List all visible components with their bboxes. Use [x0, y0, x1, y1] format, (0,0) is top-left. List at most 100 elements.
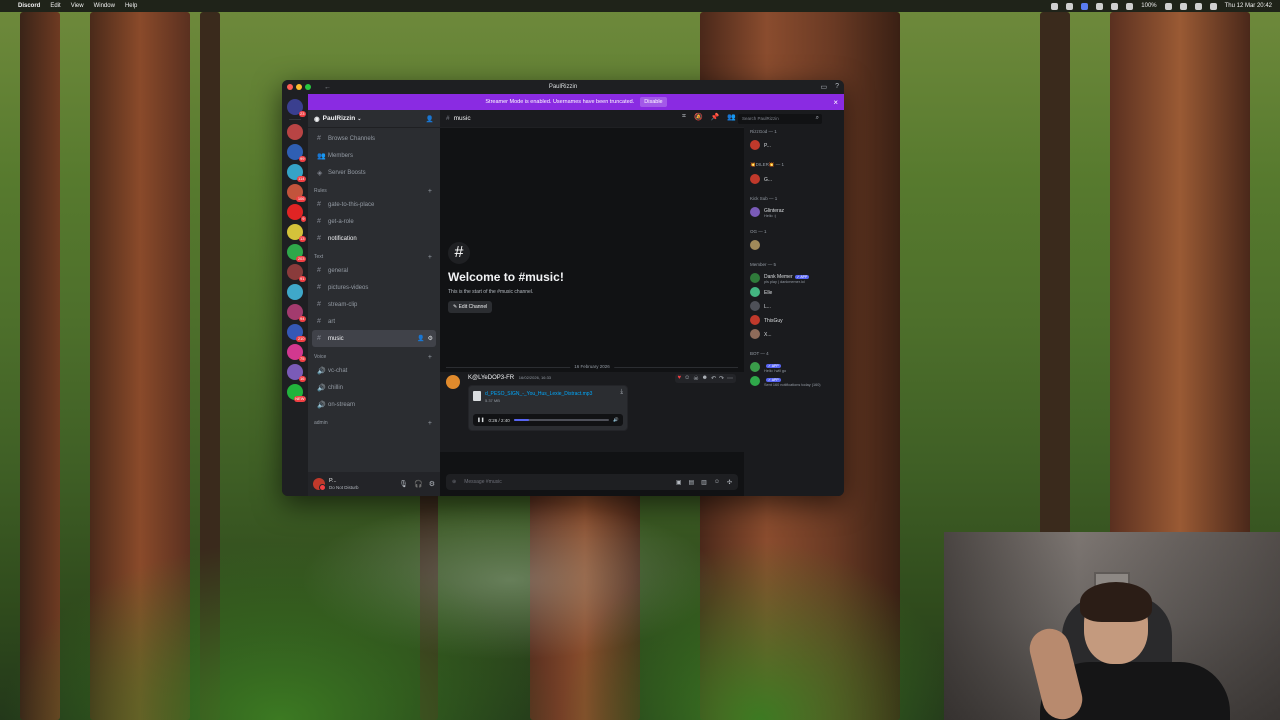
server-icon[interactable]: 203	[287, 244, 306, 262]
zoom-window-button[interactable]	[305, 84, 311, 90]
heart-reaction-icon[interactable]: ♥	[678, 375, 682, 382]
audio-progress-bar[interactable]	[513, 419, 610, 421]
skull-reaction-icon[interactable]: ☠	[693, 375, 698, 382]
message-composer[interactable]: ⊕ Message #music ▣ ▤ ▥ ☺ ✣	[446, 474, 738, 490]
member-item[interactable]: P...	[750, 138, 838, 152]
add-attachment-icon[interactable]: ⊕	[452, 479, 456, 485]
sticker-icon[interactable]: ▥	[701, 479, 707, 486]
menu-view[interactable]: View	[71, 3, 84, 9]
menubar-clock[interactable]: Thu 12 Mar 20:42	[1225, 3, 1272, 9]
member-item[interactable]: ✓ APP Hello i will go	[750, 360, 838, 374]
server-icon[interactable]: 23	[287, 99, 306, 117]
forward-icon[interactable]: ↷	[719, 375, 724, 382]
member-item[interactable]: ThisGuy	[750, 313, 838, 327]
channel-item[interactable]: 🔊 chillin	[312, 379, 436, 396]
battery-percent[interactable]: 100%	[1141, 3, 1156, 9]
menu-help[interactable]: Help	[125, 3, 137, 9]
invite-icon[interactable]: 👤	[417, 335, 424, 342]
channel-item[interactable]: 🔊 vc-chat	[312, 362, 436, 379]
channel-item[interactable]: # get-a-role	[312, 213, 436, 230]
add-channel-icon[interactable]: +	[428, 420, 436, 427]
message-avatar[interactable]	[446, 375, 460, 389]
status-icon[interactable]	[1126, 2, 1134, 10]
menu-edit[interactable]: Edit	[50, 3, 60, 9]
close-banner-icon[interactable]: ×	[833, 98, 838, 107]
microphone-icon[interactable]: 🎙	[399, 480, 408, 488]
emoji-icon[interactable]: ☺	[714, 479, 720, 486]
search-input[interactable]: Search PaulRizzin ⌕	[738, 114, 822, 124]
add-channel-icon[interactable]: +	[428, 188, 436, 195]
status-icon[interactable]	[1111, 2, 1119, 10]
sidebar-item[interactable]: 👥 Members	[312, 147, 436, 164]
search-icon[interactable]	[1194, 2, 1202, 10]
apps-icon[interactable]: ✣	[727, 479, 732, 486]
server-icon[interactable]: 94	[287, 304, 306, 322]
message[interactable]: K@LYeDOP3-FR 16/02/2026, 16:33 ♥ ☺ ☠ ☻ ↶…	[440, 372, 744, 452]
server-icon[interactable]: 210	[287, 324, 306, 342]
add-channel-icon[interactable]: +	[428, 254, 436, 261]
server-icon[interactable]	[287, 284, 303, 300]
server-icon[interactable]	[287, 124, 303, 140]
menu-window[interactable]: Window	[94, 3, 115, 9]
inbox-icon[interactable]: ▭	[820, 83, 827, 91]
help-icon[interactable]: ?	[835, 83, 839, 91]
server-icon[interactable]: 9	[287, 204, 306, 222]
disable-streamer-mode-button[interactable]: Disable	[640, 97, 667, 107]
channel-item[interactable]: # stream-clip	[312, 296, 436, 313]
add-reaction-icon[interactable]: ☻	[702, 375, 708, 382]
pin-icon[interactable]: 📌	[711, 113, 720, 121]
channel-category[interactable]: Rules +	[312, 181, 436, 196]
member-item[interactable]: Glinteraz Hello :)	[750, 205, 838, 219]
sidebar-item[interactable]: ◈ Server Boosts	[312, 164, 436, 181]
volume-icon[interactable]: 🔊	[613, 417, 619, 423]
server-icon[interactable]: 75	[287, 344, 306, 362]
threads-icon[interactable]: ⌗	[682, 113, 686, 121]
member-item[interactable]: L...	[750, 299, 838, 313]
channel-category[interactable]: Voice +	[312, 347, 436, 362]
status-icon[interactable]	[1096, 2, 1104, 10]
more-options-icon[interactable]: ⋯	[727, 375, 733, 382]
emoji-reaction-icon[interactable]: ☺	[684, 375, 690, 382]
edit-channel-button[interactable]: ✎ Edit Channel	[448, 301, 493, 313]
member-item[interactable]: X...	[750, 327, 838, 341]
channel-category[interactable]: admin +	[312, 413, 436, 428]
channel-item[interactable]: 🔊 on-stream	[312, 396, 436, 413]
battery-icon[interactable]	[1164, 2, 1172, 10]
member-item[interactable]: G...	[750, 172, 838, 186]
channel-item[interactable]: # notification	[312, 230, 436, 247]
add-channel-icon[interactable]: +	[428, 354, 436, 361]
avatar[interactable]	[313, 478, 326, 491]
download-icon[interactable]: ⤓	[620, 389, 623, 396]
channel-item[interactable]: # music 👤 ⚙	[312, 330, 436, 347]
member-item[interactable]: ✓ APP Sent 160 notifications today (160)	[750, 374, 838, 388]
sidebar-item[interactable]: # Browse Channels	[312, 130, 436, 147]
gift-icon[interactable]: ▣	[676, 479, 682, 486]
member-item[interactable]: Elle	[750, 285, 838, 299]
minimize-window-button[interactable]	[296, 84, 302, 90]
channel-item[interactable]: # pictures-videos	[312, 279, 436, 296]
menubar-app-name[interactable]: Discord	[18, 3, 40, 9]
message-author[interactable]: K@LYeDOP3-FR	[468, 375, 514, 381]
channel-category[interactable]: Text +	[312, 247, 436, 262]
attachment-filename[interactable]: d_PESO_SIGN_-_You_Hus_Lexie_Distract.mp3	[485, 391, 592, 397]
member-list-icon[interactable]: 👥	[727, 113, 736, 121]
channel-item[interactable]: # art	[312, 313, 436, 330]
headphones-icon[interactable]: 🎧	[414, 480, 423, 488]
server-icon[interactable]: 114	[287, 164, 306, 182]
invite-icon[interactable]: 👤	[426, 115, 434, 123]
server-icon[interactable]: 16	[287, 364, 306, 382]
pause-icon[interactable]: ❚❚	[477, 417, 485, 423]
channel-item[interactable]: # gate-to-this-place	[312, 196, 436, 213]
status-icon[interactable]	[1051, 2, 1059, 10]
server-icon[interactable]: 106	[287, 184, 306, 202]
channel-item[interactable]: # general	[312, 262, 436, 279]
server-header[interactable]: ◉ PaulRizzin ⌄ 👤	[308, 110, 440, 128]
wifi-icon[interactable]	[1179, 2, 1187, 10]
server-icon[interactable]: NEW	[287, 384, 306, 402]
settings-gear-icon[interactable]: ⚙	[429, 480, 435, 488]
member-item[interactable]: Dank Memer ✓ APP pls play | dankmemer.lol	[750, 271, 838, 285]
channel-settings-icon[interactable]: ⚙	[428, 335, 433, 342]
control-center-icon[interactable]	[1209, 2, 1217, 10]
server-icon[interactable]: 99	[287, 144, 306, 162]
status-icon[interactable]	[1066, 2, 1074, 10]
